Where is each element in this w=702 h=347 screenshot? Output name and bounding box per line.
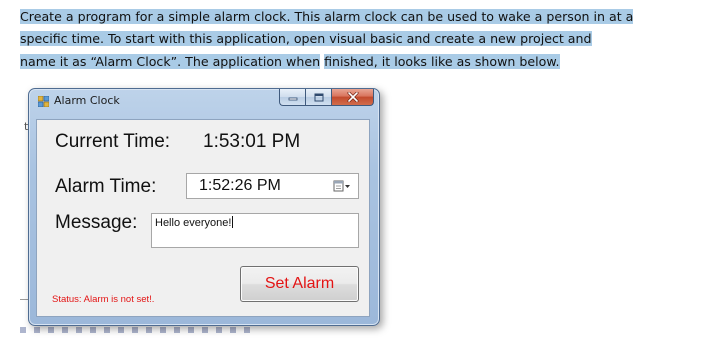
- paragraph-line-2: specific time. To start with this applic…: [20, 29, 592, 49]
- message-text: Hello everyone!: [155, 217, 232, 229]
- window-title: Alarm Clock: [54, 94, 120, 107]
- selected-text: Create a program for a simple alarm cloc…: [20, 9, 634, 24]
- minimize-button[interactable]: [279, 89, 305, 106]
- form-client-area: Current Time: 1:53:01 PM Alarm Time: 1:5…: [36, 119, 370, 317]
- selected-text: specific time. To start with this applic…: [20, 31, 592, 46]
- minimize-icon: [288, 97, 297, 101]
- maximize-button[interactable]: [305, 89, 331, 106]
- alarm-clock-window: Alarm Clock Current Time: 1:53:01 PM Ala…: [28, 88, 380, 326]
- message-input[interactable]: Hello everyone!: [151, 213, 359, 248]
- message-label: Message:: [55, 212, 138, 233]
- paragraph-line-3: name it as “Alarm Clock”. The applicatio…: [20, 52, 560, 72]
- alarm-time-value: 1:52:26 PM: [199, 177, 281, 194]
- selected-text: name it as “Alarm Clock”. The applicatio…: [20, 54, 321, 69]
- alarm-time-label: Alarm Time:: [55, 176, 157, 197]
- close-button[interactable]: [331, 89, 374, 106]
- text-caret: [232, 216, 234, 228]
- cropped-text-fragment: [20, 327, 250, 333]
- app-form-icon: [38, 96, 49, 107]
- current-time-value: 1:53:01 PM: [203, 131, 301, 152]
- current-time-label: Current Time:: [55, 131, 171, 152]
- document-page: Create a program for a simple alarm cloc…: [0, 0, 702, 347]
- status-label: Status: Alarm is not set!.: [52, 294, 155, 305]
- close-icon: [347, 92, 358, 102]
- maximize-icon: [314, 93, 323, 101]
- window-controls: [279, 89, 374, 107]
- paragraph-line-1: Create a program for a simple alarm cloc…: [20, 7, 642, 27]
- set-alarm-button[interactable]: Set Alarm: [240, 266, 359, 302]
- message-value: Hello everyone!: [155, 216, 234, 229]
- title-bar[interactable]: Alarm Clock: [29, 89, 379, 113]
- selected-text: finished, it looks like as shown below.: [324, 54, 560, 69]
- calendar-dropdown-icon[interactable]: [333, 180, 351, 193]
- alarm-time-picker[interactable]: 1:52:26 PM: [186, 173, 359, 199]
